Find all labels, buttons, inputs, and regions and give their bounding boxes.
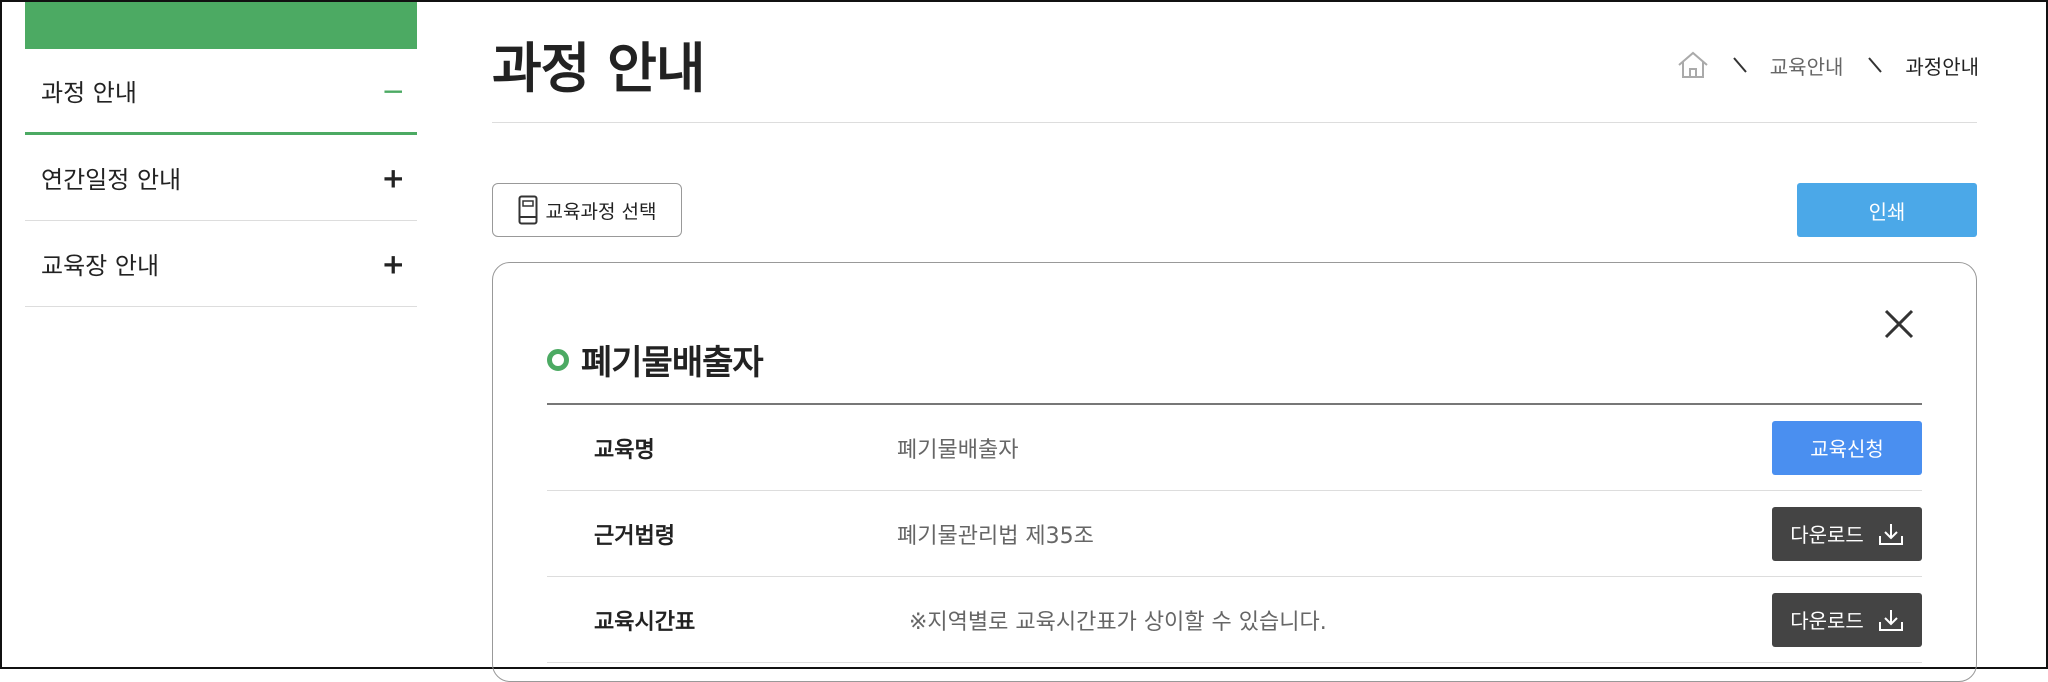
sidebar-item-annual-schedule[interactable]: 연간일정 안내 + xyxy=(25,135,417,221)
download-icon xyxy=(1878,523,1903,545)
page: 과정 안내 − 연간일정 안내 + 교육장 안내 + 과정 안내 교육안내 과정… xyxy=(2,2,2046,682)
sidebar-header-bar xyxy=(25,2,417,49)
row-label: 교육시간표 xyxy=(594,609,696,635)
download-button-timetable[interactable]: 다운로드 xyxy=(1772,592,1922,647)
sidebar: 과정 안내 − 연간일정 안내 + 교육장 안내 + xyxy=(25,2,417,307)
course-select-button[interactable]: 교육과정 선택 xyxy=(492,183,682,237)
breadcrumb-separator-icon xyxy=(1733,57,1747,73)
row-label: 근거법령 xyxy=(594,523,675,549)
book-icon xyxy=(518,195,538,225)
table-row-legal-basis: 근거법령 폐기물관리법 제35조 다운로드 xyxy=(547,491,1922,577)
sidebar-item-course-info[interactable]: 과정 안내 − xyxy=(25,49,417,135)
download-button-legal-basis[interactable]: 다운로드 xyxy=(1772,506,1922,561)
row-value: 폐기물관리법 제35조 xyxy=(897,523,1094,549)
download-button-label: 다운로드 xyxy=(1790,523,1864,547)
breadcrumb-item-education[interactable]: 교육안내 xyxy=(1770,51,1844,80)
expand-icon[interactable]: + xyxy=(382,161,405,194)
print-button[interactable]: 인쇄 xyxy=(1797,183,1977,237)
table-row-course-name: 교육명 폐기물배출자 교육신청 xyxy=(547,405,1922,491)
course-select-label: 교육과정 선택 xyxy=(545,200,657,223)
apply-button-label: 교육신청 xyxy=(1810,437,1884,461)
download-icon xyxy=(1878,609,1903,631)
sidebar-item-label: 연간일정 안내 xyxy=(41,166,182,194)
title-divider xyxy=(492,122,1977,123)
sidebar-item-label: 과정 안내 xyxy=(41,79,137,107)
page-title: 과정 안내 xyxy=(492,37,706,100)
breadcrumb-item-current: 과정안내 xyxy=(1905,54,1979,79)
close-icon[interactable] xyxy=(1882,307,1916,341)
course-title: 폐기물배출자 xyxy=(547,335,764,384)
sidebar-item-venue-info[interactable]: 교육장 안내 + xyxy=(25,221,417,307)
bullet-circle-icon xyxy=(547,348,569,371)
apply-button[interactable]: 교육신청 xyxy=(1772,420,1922,475)
sidebar-item-label: 교육장 안내 xyxy=(41,252,160,280)
home-icon[interactable] xyxy=(1676,50,1710,80)
row-value: ※지역별로 교육시간표가 상이할 수 있습니다. xyxy=(909,609,1327,635)
breadcrumb: 교육안내 과정안내 xyxy=(1676,50,1979,80)
row-value: 폐기물배출자 xyxy=(897,437,1019,463)
expand-icon[interactable]: + xyxy=(382,247,405,280)
row-label: 교육명 xyxy=(594,437,655,463)
download-button-label: 다운로드 xyxy=(1790,609,1864,633)
breadcrumb-separator-icon xyxy=(1868,57,1883,73)
course-title-text: 폐기물배출자 xyxy=(581,343,764,383)
table-row-timetable: 교육시간표 ※지역별로 교육시간표가 상이할 수 있습니다. 다운로드 xyxy=(547,577,1922,663)
collapse-icon[interactable]: − xyxy=(382,74,405,107)
